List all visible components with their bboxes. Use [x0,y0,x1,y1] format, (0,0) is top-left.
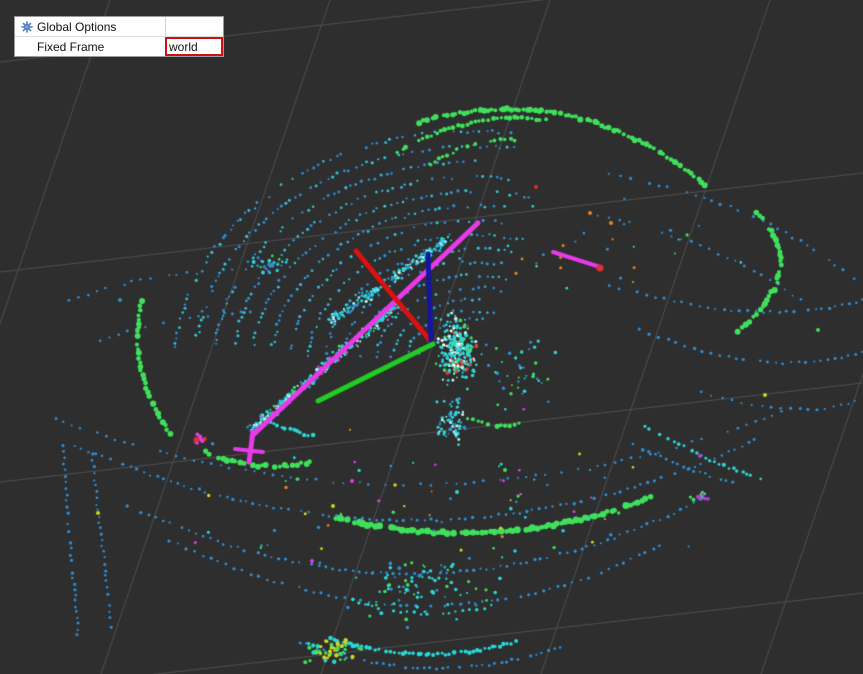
fixed-frame-name-cell: Fixed Frame [15,37,165,56]
global-options-name-cell: Global Options [15,17,165,36]
3d-viewport[interactable] [0,0,863,674]
global-options-row[interactable]: Global Options [15,17,223,36]
fixed-frame-row[interactable]: Fixed Frame world [15,36,223,56]
global-options-value-cell [165,17,223,36]
fixed-frame-value[interactable]: world [165,37,223,56]
fixed-frame-label: Fixed Frame [37,39,105,54]
global-options-icon [19,20,35,34]
global-options-panel: Global Options Fixed Frame world [14,16,224,57]
global-options-label: Global Options [37,19,117,34]
